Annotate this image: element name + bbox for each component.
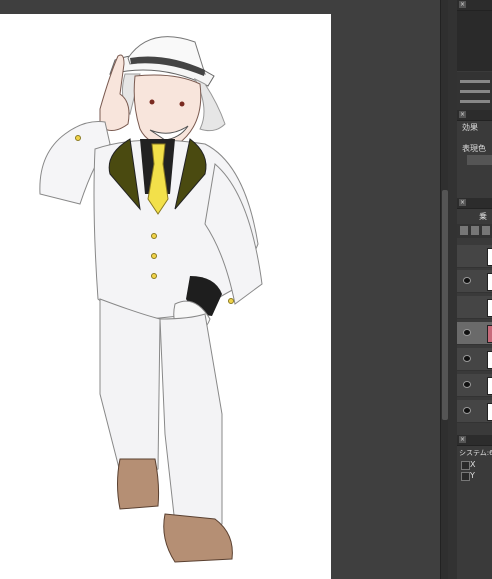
close-icon[interactable]: × [459, 1, 466, 8]
effects-tab[interactable]: 効果 [462, 122, 478, 133]
canvas-area[interactable] [0, 0, 440, 579]
layer-row-selected[interactable] [457, 322, 492, 345]
eye-icon[interactable] [463, 407, 471, 414]
y-label: Y [470, 471, 475, 480]
system-info: システム:6万 [459, 449, 492, 457]
tool-preset-area[interactable] [457, 72, 492, 110]
y-checkbox[interactable] [461, 472, 470, 481]
expression-color-label: 表現色 [462, 144, 486, 153]
layer-row[interactable] [457, 348, 492, 371]
blend-mode-tab[interactable]: 乗 [479, 211, 487, 222]
layer-row[interactable] [457, 296, 492, 319]
eye-icon[interactable] [463, 329, 471, 336]
layer-row[interactable] [457, 270, 492, 293]
character-illustration [39, 36, 263, 563]
layer-panel-header: × [457, 198, 492, 209]
close-icon[interactable]: × [459, 436, 466, 443]
eye-icon[interactable] [463, 277, 471, 284]
close-icon[interactable]: × [459, 111, 466, 118]
drawing-canvas[interactable] [0, 14, 331, 579]
eye-icon[interactable] [463, 381, 471, 388]
layer-row[interactable] [457, 400, 492, 423]
x-checkbox[interactable] [461, 461, 470, 470]
close-icon[interactable]: × [459, 199, 466, 206]
layer-toolbar[interactable] [457, 224, 492, 238]
system-panel-header: × [457, 435, 492, 446]
navigator-preview[interactable] [457, 11, 492, 71]
layer-row[interactable] [457, 245, 492, 268]
effects-panel-header: × [457, 110, 492, 121]
layer-row[interactable] [457, 374, 492, 397]
eye-icon[interactable] [463, 355, 471, 362]
x-label: X [470, 460, 476, 469]
panel-header-top: × [457, 0, 492, 11]
expression-color-dropdown[interactable] [467, 155, 492, 165]
right-panel-column: × × 効果 表現色 × 乗 × システム:6万 X Y [457, 0, 492, 579]
